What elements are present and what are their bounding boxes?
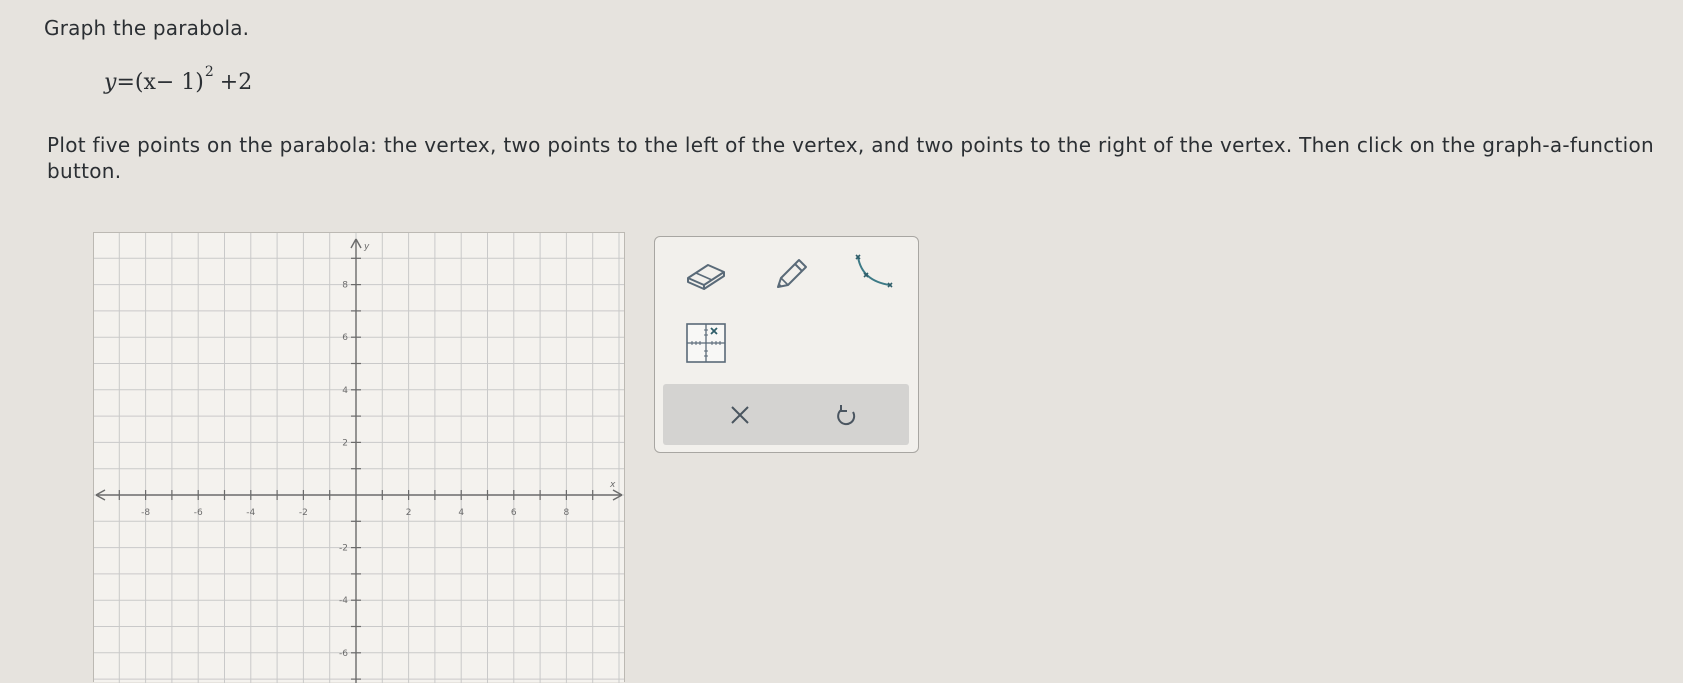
graph-toolbar — [654, 236, 919, 453]
equation-equals: = — [116, 70, 135, 95]
equation-tail: +2 — [219, 70, 253, 95]
clear-button[interactable] — [715, 392, 765, 438]
y-tick-label: 4 — [342, 386, 348, 396]
x-tick-label: 8 — [564, 508, 570, 518]
x-axis-label: x — [609, 480, 616, 490]
x-tick-label: -2 — [299, 508, 308, 518]
coordinate-grid[interactable]: x y -8 -6 -4 -2 2 4 6 8 8 6 4 2 -2 -4 -6 — [94, 233, 624, 683]
x-tick-label: -6 — [194, 508, 203, 518]
x-tick-label: 6 — [511, 508, 517, 518]
parabola-tool-button[interactable] — [847, 249, 899, 297]
prompt-title: Graph the parabola. — [44, 16, 250, 40]
instructions: Plot five points on the parabola: the ve… — [47, 133, 1655, 183]
y-tick-label: -2 — [339, 544, 348, 554]
pencil-icon — [777, 259, 807, 288]
close-icon — [731, 406, 749, 424]
y-axis-label: y — [363, 242, 370, 252]
y-tick-label: 6 — [342, 333, 348, 343]
x-tick-label: 4 — [458, 508, 464, 518]
y-tick-label: -4 — [339, 596, 348, 606]
pencil-button[interactable] — [765, 250, 817, 298]
graph-canvas[interactable]: x y -8 -6 -4 -2 2 4 6 8 8 6 4 2 -2 -4 -6 — [93, 232, 625, 683]
equation-lhs: y — [104, 70, 117, 95]
equation-base: (x− 1) — [134, 70, 204, 95]
y-tick-label: 2 — [342, 438, 348, 448]
parabola-tool-icon — [855, 254, 893, 288]
undo-icon — [837, 405, 856, 426]
equation: y=(x− 1)2 +2 — [104, 64, 253, 95]
action-bar — [663, 384, 909, 445]
undo-button[interactable] — [821, 392, 871, 438]
x-tick-label: -8 — [141, 508, 150, 518]
eraser-button[interactable] — [680, 250, 732, 298]
graph-function-icon — [686, 323, 726, 363]
equation-exponent: 2 — [204, 64, 214, 80]
y-tick-label: -6 — [339, 649, 348, 659]
graph-a-function-button[interactable] — [680, 319, 732, 367]
y-tick-label: 8 — [342, 281, 348, 291]
x-tick-label: 2 — [406, 508, 412, 518]
eraser-icon — [687, 264, 725, 290]
x-tick-label: -4 — [246, 508, 255, 518]
